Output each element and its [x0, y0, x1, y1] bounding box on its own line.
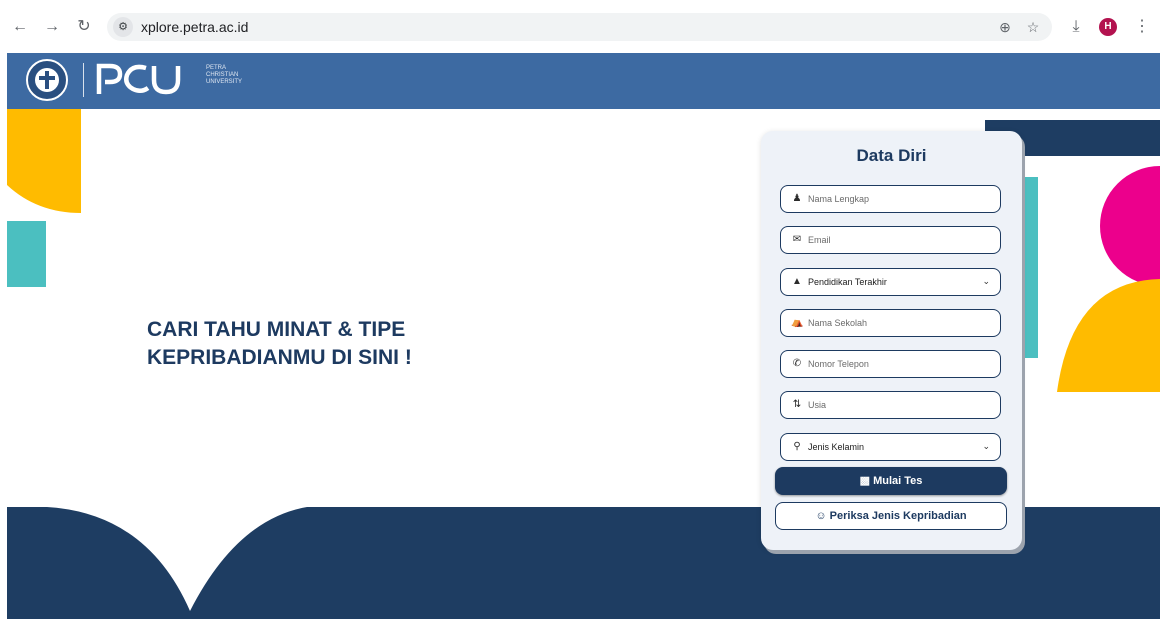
school-name-input[interactable]: ⛺ Nama Sekolah: [780, 309, 1001, 337]
university-name-line: PETRA: [206, 65, 227, 71]
pcu-logo[interactable]: [96, 62, 188, 96]
forward-arrow-icon[interactable]: →: [41, 16, 63, 38]
logo-divider: [83, 63, 84, 97]
site-settings-icon[interactable]: ⚙: [113, 17, 133, 37]
yellow-semicircle-right: [1057, 279, 1160, 392]
address-url[interactable]: xplore.petra.ac.id: [141, 19, 248, 35]
smile-icon: ☺: [815, 510, 827, 522]
teal-square-left: [7, 221, 46, 287]
reload-icon[interactable]: ↻: [73, 16, 95, 38]
university-name-line: UNIVERSITY: [206, 79, 243, 85]
start-test-label: Mulai Tes: [873, 475, 923, 487]
check-personality-label: Periksa Jenis Kepribadian: [829, 510, 967, 522]
university-name-line: CHRISTIAN: [206, 72, 239, 78]
sort-numeric-icon: ⇅: [792, 399, 802, 410]
chevron-down-icon: ⌄: [982, 441, 990, 451]
personal-data-form: Data Diri ♟ Nama Lengkap ✉ Email ▲ Pendi…: [761, 131, 1022, 550]
download-icon[interactable]: ⤓: [1065, 16, 1087, 38]
browser-toolbar: ← → ↻ ⚙ xplore.petra.ac.id ⊕ ☆ ⤓ H ⋮: [0, 0, 1160, 53]
profile-avatar[interactable]: H: [1099, 18, 1117, 36]
age-input[interactable]: ⇅ Usia: [780, 391, 1001, 419]
gender-icon: ⚲: [793, 441, 801, 452]
full-name-placeholder: Nama Lengkap: [808, 194, 870, 204]
school-name-placeholder: Nama Sekolah: [808, 318, 868, 328]
education-placeholder: Pendidikan Terakhir: [808, 277, 887, 287]
pink-circle-right: [1100, 166, 1160, 286]
hero-line-2: KEPRIBADIANMU DI SINI !: [147, 346, 412, 369]
form-title: Data Diri: [856, 146, 927, 165]
site-navbar: PETRA CHRISTIAN UNIVERSITY: [7, 53, 1160, 109]
address-bar[interactable]: ⚙ xplore.petra.ac.id ⊕ ☆: [107, 13, 1052, 41]
hero-headline: CARI TAHU MINAT & TIPE KEPRIBADIANMU DI …: [147, 316, 567, 372]
back-arrow-icon[interactable]: ←: [9, 16, 31, 38]
menu-kebab-icon[interactable]: ⋮: [1131, 16, 1153, 38]
institution-icon: ⛺: [791, 317, 804, 328]
university-name: PETRA CHRISTIAN UNIVERSITY: [206, 65, 242, 86]
gender-placeholder: Jenis Kelamin: [808, 442, 865, 452]
graduation-cap-icon: ▲: [792, 276, 802, 287]
check-personality-button[interactable]: ☺ Periksa Jenis Kepribadian: [775, 502, 1007, 530]
user-icon: ♟: [792, 193, 802, 204]
email-placeholder: Email: [808, 235, 831, 245]
education-select[interactable]: ▲ Pendidikan Terakhir ⌄: [780, 268, 1001, 296]
envelope-icon: ✉: [792, 234, 802, 245]
chevron-down-icon: ⌄: [982, 276, 990, 286]
age-placeholder: Usia: [808, 400, 827, 410]
bar-chart-icon: ▩: [859, 475, 871, 487]
start-test-button[interactable]: ▩ Mulai Tes: [775, 467, 1007, 495]
full-name-input[interactable]: ♟ Nama Lengkap: [780, 185, 1001, 213]
phone-icon: ✆: [792, 358, 802, 369]
zoom-icon[interactable]: ⊕: [996, 18, 1014, 36]
bookmark-star-icon[interactable]: ☆: [1024, 18, 1042, 36]
email-input[interactable]: ✉ Email: [780, 226, 1001, 254]
phone-placeholder: Nomor Telepon: [808, 359, 869, 369]
yellow-shape-topleft: [7, 109, 81, 213]
hero-line-1: CARI TAHU MINAT & TIPE: [147, 318, 406, 341]
gender-select[interactable]: ⚲ Jenis Kelamin ⌄: [780, 433, 1001, 461]
phone-input[interactable]: ✆ Nomor Telepon: [780, 350, 1001, 378]
university-seal-logo[interactable]: [26, 59, 68, 101]
